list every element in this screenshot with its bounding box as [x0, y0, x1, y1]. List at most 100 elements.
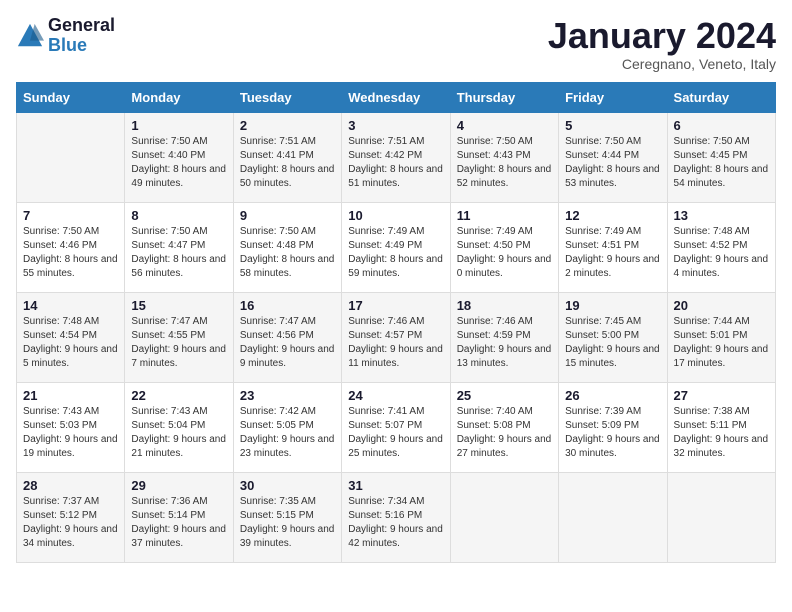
calendar-cell-w3-d4: 25 Sunrise: 7:40 AMSunset: 5:08 PMDayligh…	[450, 382, 558, 472]
day-number: 9	[240, 208, 335, 223]
calendar-cell-w0-d5: 5Sunrise: 7:50 AMSunset: 4:44 PMDaylight…	[559, 112, 667, 202]
col-thursday: Thursday	[450, 82, 558, 112]
col-wednesday: Wednesday	[342, 82, 450, 112]
day-number: 25	[457, 388, 552, 403]
day-info: Sunrise: 7:50 AMSunset: 4:48 PMDaylight:…	[240, 225, 335, 281]
day-number: 8	[131, 208, 226, 223]
day-number: 5	[565, 118, 660, 133]
calendar-cell-w0-d4: 4 Sunrise: 7:50 AMSunset: 4:43 PMDaylight…	[450, 112, 558, 202]
day-number: 17	[348, 298, 443, 313]
day-info: Sunrise: 7:50 AMSunset: 4:43 PMDaylight:…	[457, 135, 552, 191]
calendar-cell-w2-d0: 14Sunrise: 7:48 AMSunset: 4:54 PMDayligh…	[17, 292, 125, 382]
day-number: 7	[23, 208, 118, 223]
col-sunday: Sunday	[17, 82, 125, 112]
calendar-cell-w0-d2: 2Sunrise: 7:51 AMSunset: 4:41 PMDaylight…	[233, 112, 341, 202]
day-info: Sunrise: 7:41 AMSunset: 5:07 PMDaylight:…	[348, 405, 443, 461]
calendar-cell-w2-d6: 20 Sunrise: 7:44 AMSunset: 5:01 PMDayligh…	[667, 292, 775, 382]
calendar-cell-w1-d4: 11Sunrise: 7:49 AMSunset: 4:50 PMDayligh…	[450, 202, 558, 292]
calendar-cell-w2-d5: 19 Sunrise: 7:45 AMSunset: 5:00 PMDayligh…	[559, 292, 667, 382]
location: Ceregnano, Veneto, Italy	[548, 56, 776, 72]
day-info: Sunrise: 7:34 AMSunset: 5:16 PMDaylight:…	[348, 495, 443, 551]
calendar-cell-w1-d5: 12 Sunrise: 7:49 AMSunset: 4:51 PMDayligh…	[559, 202, 667, 292]
calendar-cell-w3-d0: 21Sunrise: 7:43 AMSunset: 5:03 PMDayligh…	[17, 382, 125, 472]
logo-icon	[16, 22, 44, 50]
col-tuesday: Tuesday	[233, 82, 341, 112]
day-number: 18	[457, 298, 552, 313]
calendar-week-0: 1 Sunrise: 7:50 AMSunset: 4:40 PMDaylight…	[17, 112, 776, 202]
day-number: 27	[674, 388, 769, 403]
calendar-cell-w2-d4: 18 Sunrise: 7:46 AMSunset: 4:59 PMDayligh…	[450, 292, 558, 382]
day-info: Sunrise: 7:50 AMSunset: 4:45 PMDaylight:…	[674, 135, 769, 191]
day-number: 29	[131, 478, 226, 493]
day-info: Sunrise: 7:42 AMSunset: 5:05 PMDaylight:…	[240, 405, 335, 461]
logo: General Blue	[16, 16, 115, 56]
calendar-cell-w1-d3: 10 Sunrise: 7:49 AMSunset: 4:49 PMDayligh…	[342, 202, 450, 292]
page-header: General Blue January 2024 Ceregnano, Ven…	[16, 16, 776, 72]
day-info: Sunrise: 7:39 AMSunset: 5:09 PMDaylight:…	[565, 405, 660, 461]
calendar-cell-w3-d2: 23 Sunrise: 7:42 AMSunset: 5:05 PMDayligh…	[233, 382, 341, 472]
calendar-cell-w4-d1: 29 Sunrise: 7:36 AMSunset: 5:14 PMDayligh…	[125, 472, 233, 562]
day-number: 30	[240, 478, 335, 493]
calendar-cell-w4-d0: 28 Sunrise: 7:37 AMSunset: 5:12 PMDayligh…	[17, 472, 125, 562]
day-info: Sunrise: 7:50 AMSunset: 4:46 PMDaylight:…	[23, 225, 118, 281]
day-info: Sunrise: 7:37 AMSunset: 5:12 PMDaylight:…	[23, 495, 118, 551]
title-section: January 2024 Ceregnano, Veneto, Italy	[548, 16, 776, 72]
day-info: Sunrise: 7:50 AMSunset: 4:40 PMDaylight:…	[131, 135, 226, 191]
day-info: Sunrise: 7:47 AMSunset: 4:55 PMDaylight:…	[131, 315, 226, 371]
calendar-cell-w0-d3: 3 Sunrise: 7:51 AMSunset: 4:42 PMDaylight…	[342, 112, 450, 202]
day-number: 16	[240, 298, 335, 313]
day-number: 6	[674, 118, 769, 133]
day-info: Sunrise: 7:43 AMSunset: 5:04 PMDaylight:…	[131, 405, 226, 461]
day-info: Sunrise: 7:44 AMSunset: 5:01 PMDaylight:…	[674, 315, 769, 371]
calendar-header: Sunday Monday Tuesday Wednesday Thursday…	[17, 82, 776, 112]
calendar-cell-w4-d6	[667, 472, 775, 562]
day-info: Sunrise: 7:51 AMSunset: 4:42 PMDaylight:…	[348, 135, 443, 191]
calendar-table: Sunday Monday Tuesday Wednesday Thursday…	[16, 82, 776, 563]
day-info: Sunrise: 7:46 AMSunset: 4:59 PMDaylight:…	[457, 315, 552, 371]
day-number: 22	[131, 388, 226, 403]
calendar-week-3: 21Sunrise: 7:43 AMSunset: 5:03 PMDayligh…	[17, 382, 776, 472]
day-info: Sunrise: 7:50 AMSunset: 4:47 PMDaylight:…	[131, 225, 226, 281]
day-info: Sunrise: 7:47 AMSunset: 4:56 PMDaylight:…	[240, 315, 335, 371]
day-info: Sunrise: 7:51 AMSunset: 4:41 PMDaylight:…	[240, 135, 335, 191]
calendar-cell-w2-d3: 17Sunrise: 7:46 AMSunset: 4:57 PMDayligh…	[342, 292, 450, 382]
calendar-week-2: 14Sunrise: 7:48 AMSunset: 4:54 PMDayligh…	[17, 292, 776, 382]
logo-general: General	[48, 16, 115, 36]
col-monday: Monday	[125, 82, 233, 112]
day-number: 20	[674, 298, 769, 313]
calendar-cell-w1-d0: 7 Sunrise: 7:50 AMSunset: 4:46 PMDaylight…	[17, 202, 125, 292]
day-number: 21	[23, 388, 118, 403]
logo-text: General Blue	[48, 16, 115, 56]
day-info: Sunrise: 7:49 AMSunset: 4:51 PMDaylight:…	[565, 225, 660, 281]
day-info: Sunrise: 7:38 AMSunset: 5:11 PMDaylight:…	[674, 405, 769, 461]
day-number: 15	[131, 298, 226, 313]
day-number: 23	[240, 388, 335, 403]
calendar-cell-w0-d1: 1 Sunrise: 7:50 AMSunset: 4:40 PMDaylight…	[125, 112, 233, 202]
col-friday: Friday	[559, 82, 667, 112]
logo-blue: Blue	[48, 36, 115, 56]
day-number: 4	[457, 118, 552, 133]
day-number: 1	[131, 118, 226, 133]
day-number: 10	[348, 208, 443, 223]
calendar-cell-w1-d2: 9 Sunrise: 7:50 AMSunset: 4:48 PMDaylight…	[233, 202, 341, 292]
calendar-cell-w1-d6: 13 Sunrise: 7:48 AMSunset: 4:52 PMDayligh…	[667, 202, 775, 292]
day-number: 28	[23, 478, 118, 493]
day-number: 3	[348, 118, 443, 133]
calendar-cell-w4-d5	[559, 472, 667, 562]
day-info: Sunrise: 7:49 AMSunset: 4:49 PMDaylight:…	[348, 225, 443, 281]
calendar-cell-w3-d5: 26Sunrise: 7:39 AMSunset: 5:09 PMDayligh…	[559, 382, 667, 472]
col-saturday: Saturday	[667, 82, 775, 112]
calendar-cell-w4-d4	[450, 472, 558, 562]
day-info: Sunrise: 7:49 AMSunset: 4:50 PMDaylight:…	[457, 225, 552, 281]
day-info: Sunrise: 7:48 AMSunset: 4:54 PMDaylight:…	[23, 315, 118, 371]
day-number: 19	[565, 298, 660, 313]
calendar-cell-w3-d3: 24 Sunrise: 7:41 AMSunset: 5:07 PMDayligh…	[342, 382, 450, 472]
day-info: Sunrise: 7:36 AMSunset: 5:14 PMDaylight:…	[131, 495, 226, 551]
day-info: Sunrise: 7:40 AMSunset: 5:08 PMDaylight:…	[457, 405, 552, 461]
day-info: Sunrise: 7:45 AMSunset: 5:00 PMDaylight:…	[565, 315, 660, 371]
day-number: 24	[348, 388, 443, 403]
calendar-week-1: 7 Sunrise: 7:50 AMSunset: 4:46 PMDaylight…	[17, 202, 776, 292]
day-info: Sunrise: 7:48 AMSunset: 4:52 PMDaylight:…	[674, 225, 769, 281]
day-number: 13	[674, 208, 769, 223]
day-number: 12	[565, 208, 660, 223]
